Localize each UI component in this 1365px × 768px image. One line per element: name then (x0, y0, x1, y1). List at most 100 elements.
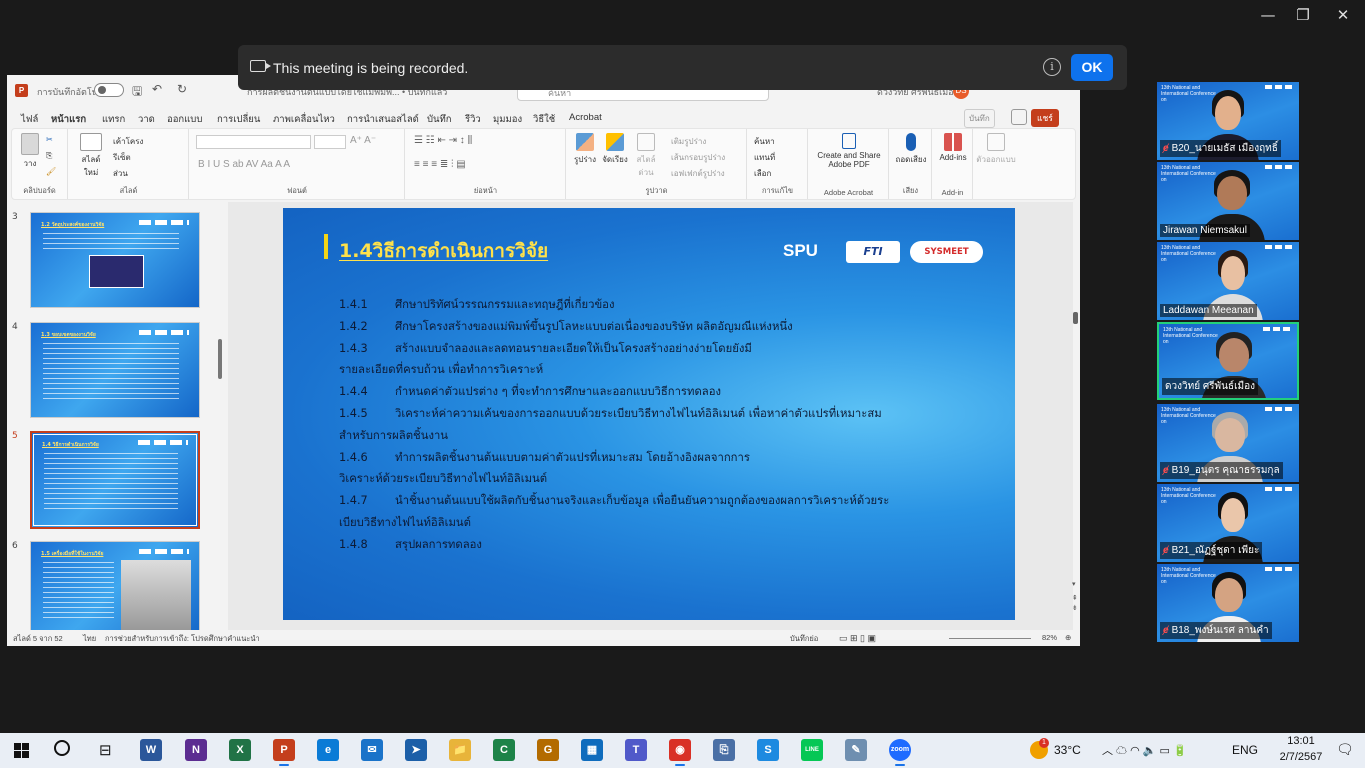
clock-date[interactable]: 2/7/2567 (1276, 751, 1326, 763)
onenote-icon[interactable]: N (185, 739, 207, 761)
zoom-icon[interactable]: zoom (889, 739, 911, 766)
font-name-select[interactable] (196, 135, 311, 149)
tab-11[interactable]: วิธีใช้ (533, 112, 555, 127)
reset-button[interactable]: รีเซ็ต (113, 151, 131, 164)
slide-scrollbar[interactable]: ▾ ⇞ ⇟ (1071, 202, 1080, 632)
slide-thumbnails[interactable]: 3 1.2 วัตถุประสงค์ของงานวิจัย 4 1.3 ขอบเ… (7, 202, 225, 637)
font-style-icons[interactable]: B I U S ab AV Aa A A (198, 159, 290, 170)
minimize-button[interactable]: — (1253, 6, 1283, 24)
undo-icon[interactable]: ↶ (152, 82, 162, 96)
participant-tile[interactable]: 13th National and International Conferen… (1157, 242, 1299, 320)
copy-icon[interactable]: ⎘ (46, 151, 52, 161)
tab-12[interactable]: Acrobat (569, 112, 602, 123)
section-button[interactable]: ส่วน (113, 167, 128, 180)
dictate-button[interactable]: ถอดเสียง (894, 133, 928, 166)
restore-button[interactable]: ❐ (1288, 6, 1318, 24)
line-icon[interactable]: LINE (801, 739, 823, 761)
tab-9[interactable]: รีวิว (465, 112, 481, 127)
redo-icon[interactable]: ↻ (177, 82, 187, 96)
tab-5[interactable]: การเปลี่ยน (217, 112, 260, 127)
zoom-level[interactable]: 82% (1042, 633, 1057, 642)
thumbnail-slide-4[interactable]: 1.3 ขอบเขตของงานวิจัย (30, 322, 200, 418)
thumbnail-slide-3[interactable]: 1.2 วัตถุประสงค์ของงานวิจัย (30, 212, 200, 308)
powerpoint-taskbar-icon[interactable]: P (273, 739, 295, 766)
chrome-icon[interactable]: ◉ (669, 739, 691, 766)
format-painter-icon[interactable]: 🖌 (46, 167, 56, 176)
telegram-icon[interactable]: ➤ (405, 739, 427, 761)
participant-tile[interactable]: 13th National and International Conferen… (1157, 564, 1299, 642)
tab-2[interactable]: แทรก (102, 112, 125, 127)
fit-slide-icon[interactable]: ⊕ (1065, 633, 1071, 642)
select-button[interactable]: เลือก (754, 167, 771, 180)
participant-tile[interactable]: 13th National and International Conferen… (1157, 404, 1299, 482)
participant-tile[interactable]: 13th National and International Conferen… (1157, 162, 1299, 240)
edge-icon[interactable]: e (317, 739, 339, 761)
save-button[interactable]: บันทึก (964, 109, 995, 128)
find-button[interactable]: ค้นหา (754, 135, 775, 148)
app-icon[interactable]: G (537, 739, 559, 761)
share-button[interactable]: แชร์ (1031, 109, 1059, 127)
start-button[interactable] (14, 743, 29, 758)
tab-0[interactable]: ไฟล์ (21, 112, 38, 127)
autosave-toggle[interactable] (94, 83, 124, 97)
paste-button[interactable]: วาง (18, 133, 42, 170)
shape-fill-button[interactable]: เติมรูปร่าง (671, 135, 706, 148)
input-language[interactable]: ENG (1232, 743, 1258, 757)
list-icons[interactable]: ☰ ☷ ⇤ ⇥ ↕ ⫼ (414, 135, 472, 146)
tray-icons[interactable]: ︿ ☁ ◠ 🔈 ▭ 🔋 (1102, 742, 1187, 758)
camtasia-icon[interactable]: C (493, 739, 515, 761)
font-size-select[interactable] (314, 135, 346, 149)
arrange-button[interactable]: จัดเรียง (601, 133, 629, 166)
accessibility-status[interactable]: การช่วยสำหรับการเข้าถึง: โปรดศึกษาคำแนะน… (105, 633, 260, 645)
view-buttons[interactable]: ▭ ⊞ ▯ ▣ (839, 633, 876, 644)
tab-8[interactable]: บันทึก (427, 112, 452, 127)
info-icon[interactable]: i (1043, 58, 1061, 76)
participant-tile[interactable]: 13th National and International Conferen… (1157, 484, 1299, 562)
store-icon[interactable]: ▦ (581, 739, 603, 761)
thumbnail-slide-6[interactable]: 1.5 เครื่องมือที่ใช้ในงานวิจัย (30, 541, 200, 637)
replace-button[interactable]: แทนที่ (754, 151, 775, 164)
search-icon[interactable] (54, 740, 70, 756)
file-explorer-icon[interactable]: 📁 (449, 739, 471, 761)
notes-button[interactable]: บันทึกย่อ (790, 633, 818, 645)
excel-icon[interactable]: X (229, 739, 251, 761)
quick-styles-button[interactable]: สไตล์ด่วน (631, 133, 661, 179)
word-icon[interactable]: W (140, 739, 162, 761)
thumbnails-scrollbar[interactable] (218, 339, 222, 379)
slide-title[interactable]: 1.4วิธีการดำเนินการวิจัย (339, 236, 548, 266)
tab-7[interactable]: การนำเสนอสไลด์ (347, 112, 419, 127)
zoom-slider[interactable] (949, 638, 1031, 639)
clock-time[interactable]: 13:01 (1276, 735, 1326, 747)
language-status[interactable]: ไทย (83, 633, 96, 645)
skype-icon[interactable]: S (757, 739, 779, 761)
designer-button[interactable]: ตัวออกแบบ (976, 133, 1016, 166)
participant-tile[interactable]: 13th National and International Conferen… (1157, 82, 1299, 160)
comments-icon[interactable] (1011, 109, 1027, 125)
snipping-icon[interactable]: ✎ (845, 739, 867, 761)
addins-button[interactable]: Add-ins (935, 133, 971, 162)
increase-font-icon[interactable]: A⁺ A⁻ (350, 135, 376, 146)
shape-outline-button[interactable]: เส้นกรอบรูปร่าง (671, 151, 725, 164)
tab-6[interactable]: ภาพเคลื่อนไหว (273, 112, 335, 127)
tab-3[interactable]: วาด (138, 112, 155, 127)
slide-body-text[interactable]: 1.4.1 ศึกษาปริทัศน์วรรณกรรมและทฤษฎีที่เกี… (339, 294, 939, 556)
align-icons[interactable]: ≡ ≡ ≡ ≣ ⫶ ▤ (414, 159, 466, 170)
teams-icon[interactable]: T (625, 739, 647, 761)
adobe-create-button[interactable]: Create and Share Adobe PDF (811, 133, 887, 169)
new-slide-button[interactable]: สไลด์ใหม่ (75, 133, 107, 179)
weather-temp[interactable]: 33°C (1054, 743, 1081, 757)
save-icon[interactable]: 🖫 (132, 82, 142, 103)
tab-4[interactable]: ออกแบบ (167, 112, 202, 127)
current-slide[interactable]: 1.4วิธีการดำเนินการวิจัย SPU FTI SYSMEET… (283, 208, 1015, 620)
ok-button[interactable]: OK (1071, 54, 1113, 81)
shape-effects-button[interactable]: เอฟเฟกต์รูปร่าง (671, 167, 725, 180)
close-button[interactable]: ✕ (1328, 6, 1358, 24)
task-view-icon[interactable]: ⊟ (99, 741, 112, 759)
thumbnail-slide-5[interactable]: 1.4 วิธีการดำเนินการวิจัย (30, 431, 200, 529)
mail-icon[interactable]: ✉ (361, 739, 383, 761)
layout-button[interactable]: เค้าโครง (113, 135, 143, 148)
tab-10[interactable]: มุมมอง (493, 112, 522, 127)
shapes-button[interactable]: รูปร่าง (571, 133, 599, 166)
cut-icon[interactable]: ✂ (46, 135, 53, 144)
remote-desktop-icon[interactable]: ⎘ (713, 739, 735, 761)
